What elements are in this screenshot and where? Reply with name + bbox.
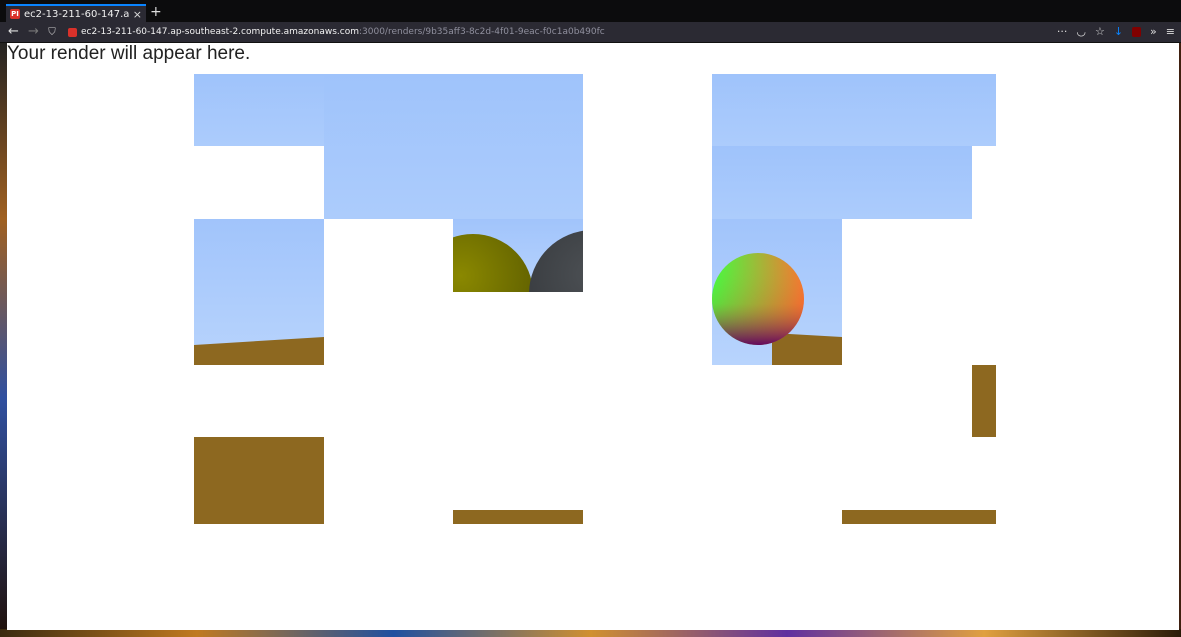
forward-button[interactable]: → <box>28 23 39 41</box>
bookmark-star-icon[interactable]: ☆ <box>1095 23 1105 41</box>
render-tile <box>324 74 583 219</box>
hamburger-menu-icon[interactable]: ≡ <box>1166 23 1175 41</box>
toolbar-icons: ··· ◡ ☆ ↓ » ≡ <box>1057 23 1175 41</box>
tab-bar: PI ec2-13-211-60-147.ap-southeast-2.comp… <box>0 0 1181 22</box>
tracking-shield-icon[interactable]: ⛉ <box>46 27 58 38</box>
desktop-wallpaper-left <box>0 40 7 637</box>
render-status-text: Your render will appear here. <box>7 43 251 64</box>
browser-tab[interactable]: PI ec2-13-211-60-147.ap-southeast-2.comp… <box>6 4 146 22</box>
navigation-bar: ← → ⛉ ec2-13-211-60-147.ap-southeast-2.c… <box>0 22 1181 43</box>
tab-title: ec2-13-211-60-147.ap-southeast-2.compute… <box>24 8 129 20</box>
render-tile <box>842 510 996 524</box>
render-tile <box>453 510 583 524</box>
render-tile <box>194 74 324 146</box>
render-tile <box>712 146 972 219</box>
render-tile <box>712 219 842 365</box>
url-host: ec2-13-211-60-147.ap-southeast-2.compute… <box>81 27 359 37</box>
gray-sphere <box>529 230 583 292</box>
pocket-icon[interactable]: ◡ <box>1076 23 1086 41</box>
new-tab-button[interactable]: + <box>150 4 162 20</box>
page-actions-icon[interactable]: ··· <box>1057 23 1068 41</box>
download-icon[interactable]: ↓ <box>1114 23 1123 41</box>
back-button[interactable]: ← <box>8 23 19 41</box>
normal-sphere-render <box>712 253 842 365</box>
olive-sphere <box>453 234 533 292</box>
site-identity-icon[interactable] <box>68 27 77 37</box>
overflow-menu-icon[interactable]: » <box>1150 23 1157 41</box>
url-text[interactable]: ec2-13-211-60-147.ap-southeast-2.compute… <box>81 27 605 37</box>
spheres-render <box>453 230 583 292</box>
render-tile <box>194 437 324 524</box>
render-tile <box>453 219 583 292</box>
render-tile <box>194 219 324 365</box>
site-favicon-icon: PI <box>10 9 20 19</box>
ublock-icon[interactable] <box>1132 27 1142 37</box>
url-path: :3000/renders/9b35aff3-8c2d-4f01-9eac-f0… <box>358 27 605 37</box>
page-content: Your render will appear here. <box>7 43 1179 630</box>
tab-close-icon[interactable]: × <box>133 8 142 21</box>
desktop-wallpaper-bottom <box>0 629 1181 637</box>
ground-strip <box>194 337 324 365</box>
url-bar[interactable]: ⛉ ec2-13-211-60-147.ap-southeast-2.compu… <box>46 24 1050 40</box>
render-tile <box>712 74 996 146</box>
render-tile <box>972 365 996 437</box>
normal-shaded-sphere <box>712 253 804 345</box>
